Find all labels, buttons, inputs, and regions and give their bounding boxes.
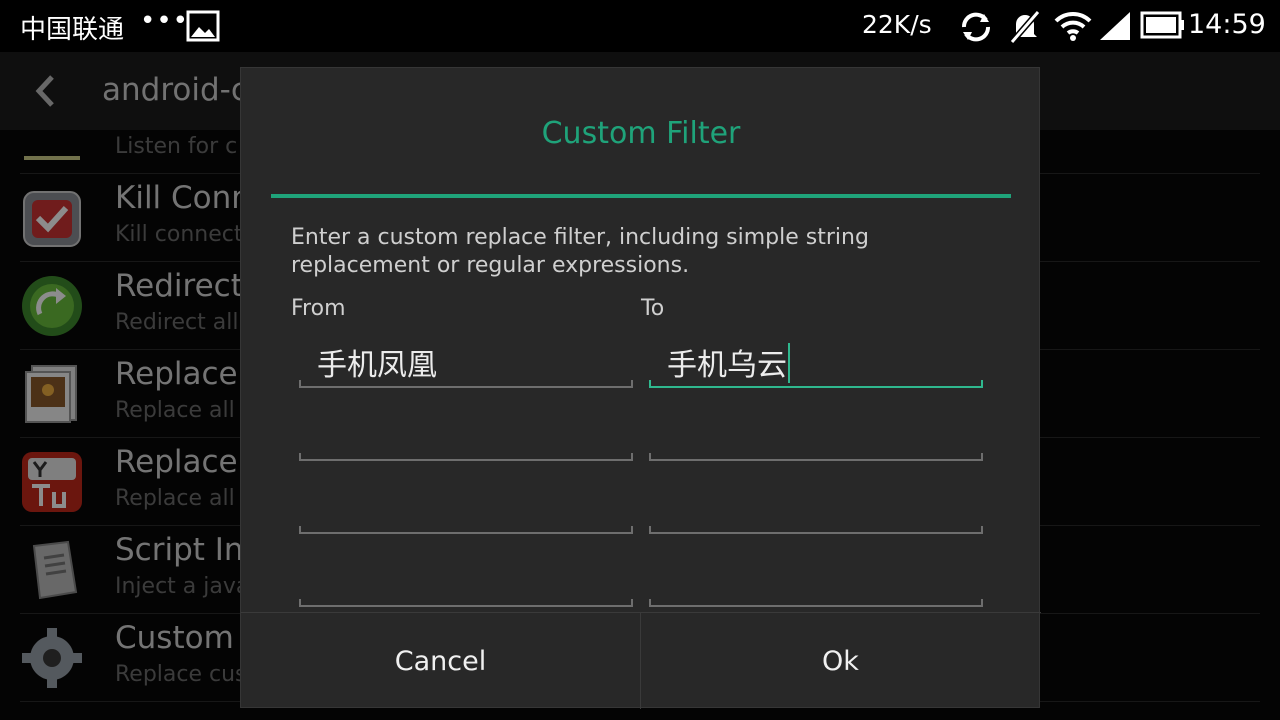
title-divider [271,194,1011,198]
to-field-2[interactable] [649,413,983,461]
dialog-title: Custom Filter [541,116,741,151]
battery-icon [1140,11,1184,39]
from-field-3[interactable] [299,486,633,534]
mute-icon [1009,10,1041,44]
carrier-name: 中国联通 [20,15,125,45]
network-speed: 22K/s [862,10,932,39]
to-label: To [641,296,665,321]
dialog-button-bar: Cancel Ok [241,612,1041,709]
signal-icon [1100,12,1130,40]
sync-icon [961,12,991,42]
to-field-value: 手机乌云 [667,348,787,383]
from-field-2[interactable] [299,413,633,461]
cancel-button[interactable]: Cancel [241,613,640,709]
to-field-4[interactable] [649,559,983,607]
wifi-icon [1054,11,1092,41]
gallery-icon [186,10,220,42]
clock: 14:59 [1188,9,1266,40]
from-field-4[interactable] [299,559,633,607]
to-field-1[interactable]: 手机乌云 [649,340,983,388]
from-label: From [291,296,346,321]
more-notifications-icon: ••• [140,6,190,36]
from-field-value: 手机凤凰 [317,348,437,383]
from-field-1[interactable]: 手机凤凰 [299,340,633,388]
ok-button[interactable]: Ok [641,613,1040,709]
text-cursor [788,343,790,383]
custom-filter-dialog: Custom Filter Enter a custom replace fil… [240,67,1041,709]
dialog-description: Enter a custom replace filter, including… [291,225,869,278]
to-field-3[interactable] [649,486,983,534]
status-bar: 中国联通 ••• 22K/s 14:59 [0,0,1280,52]
